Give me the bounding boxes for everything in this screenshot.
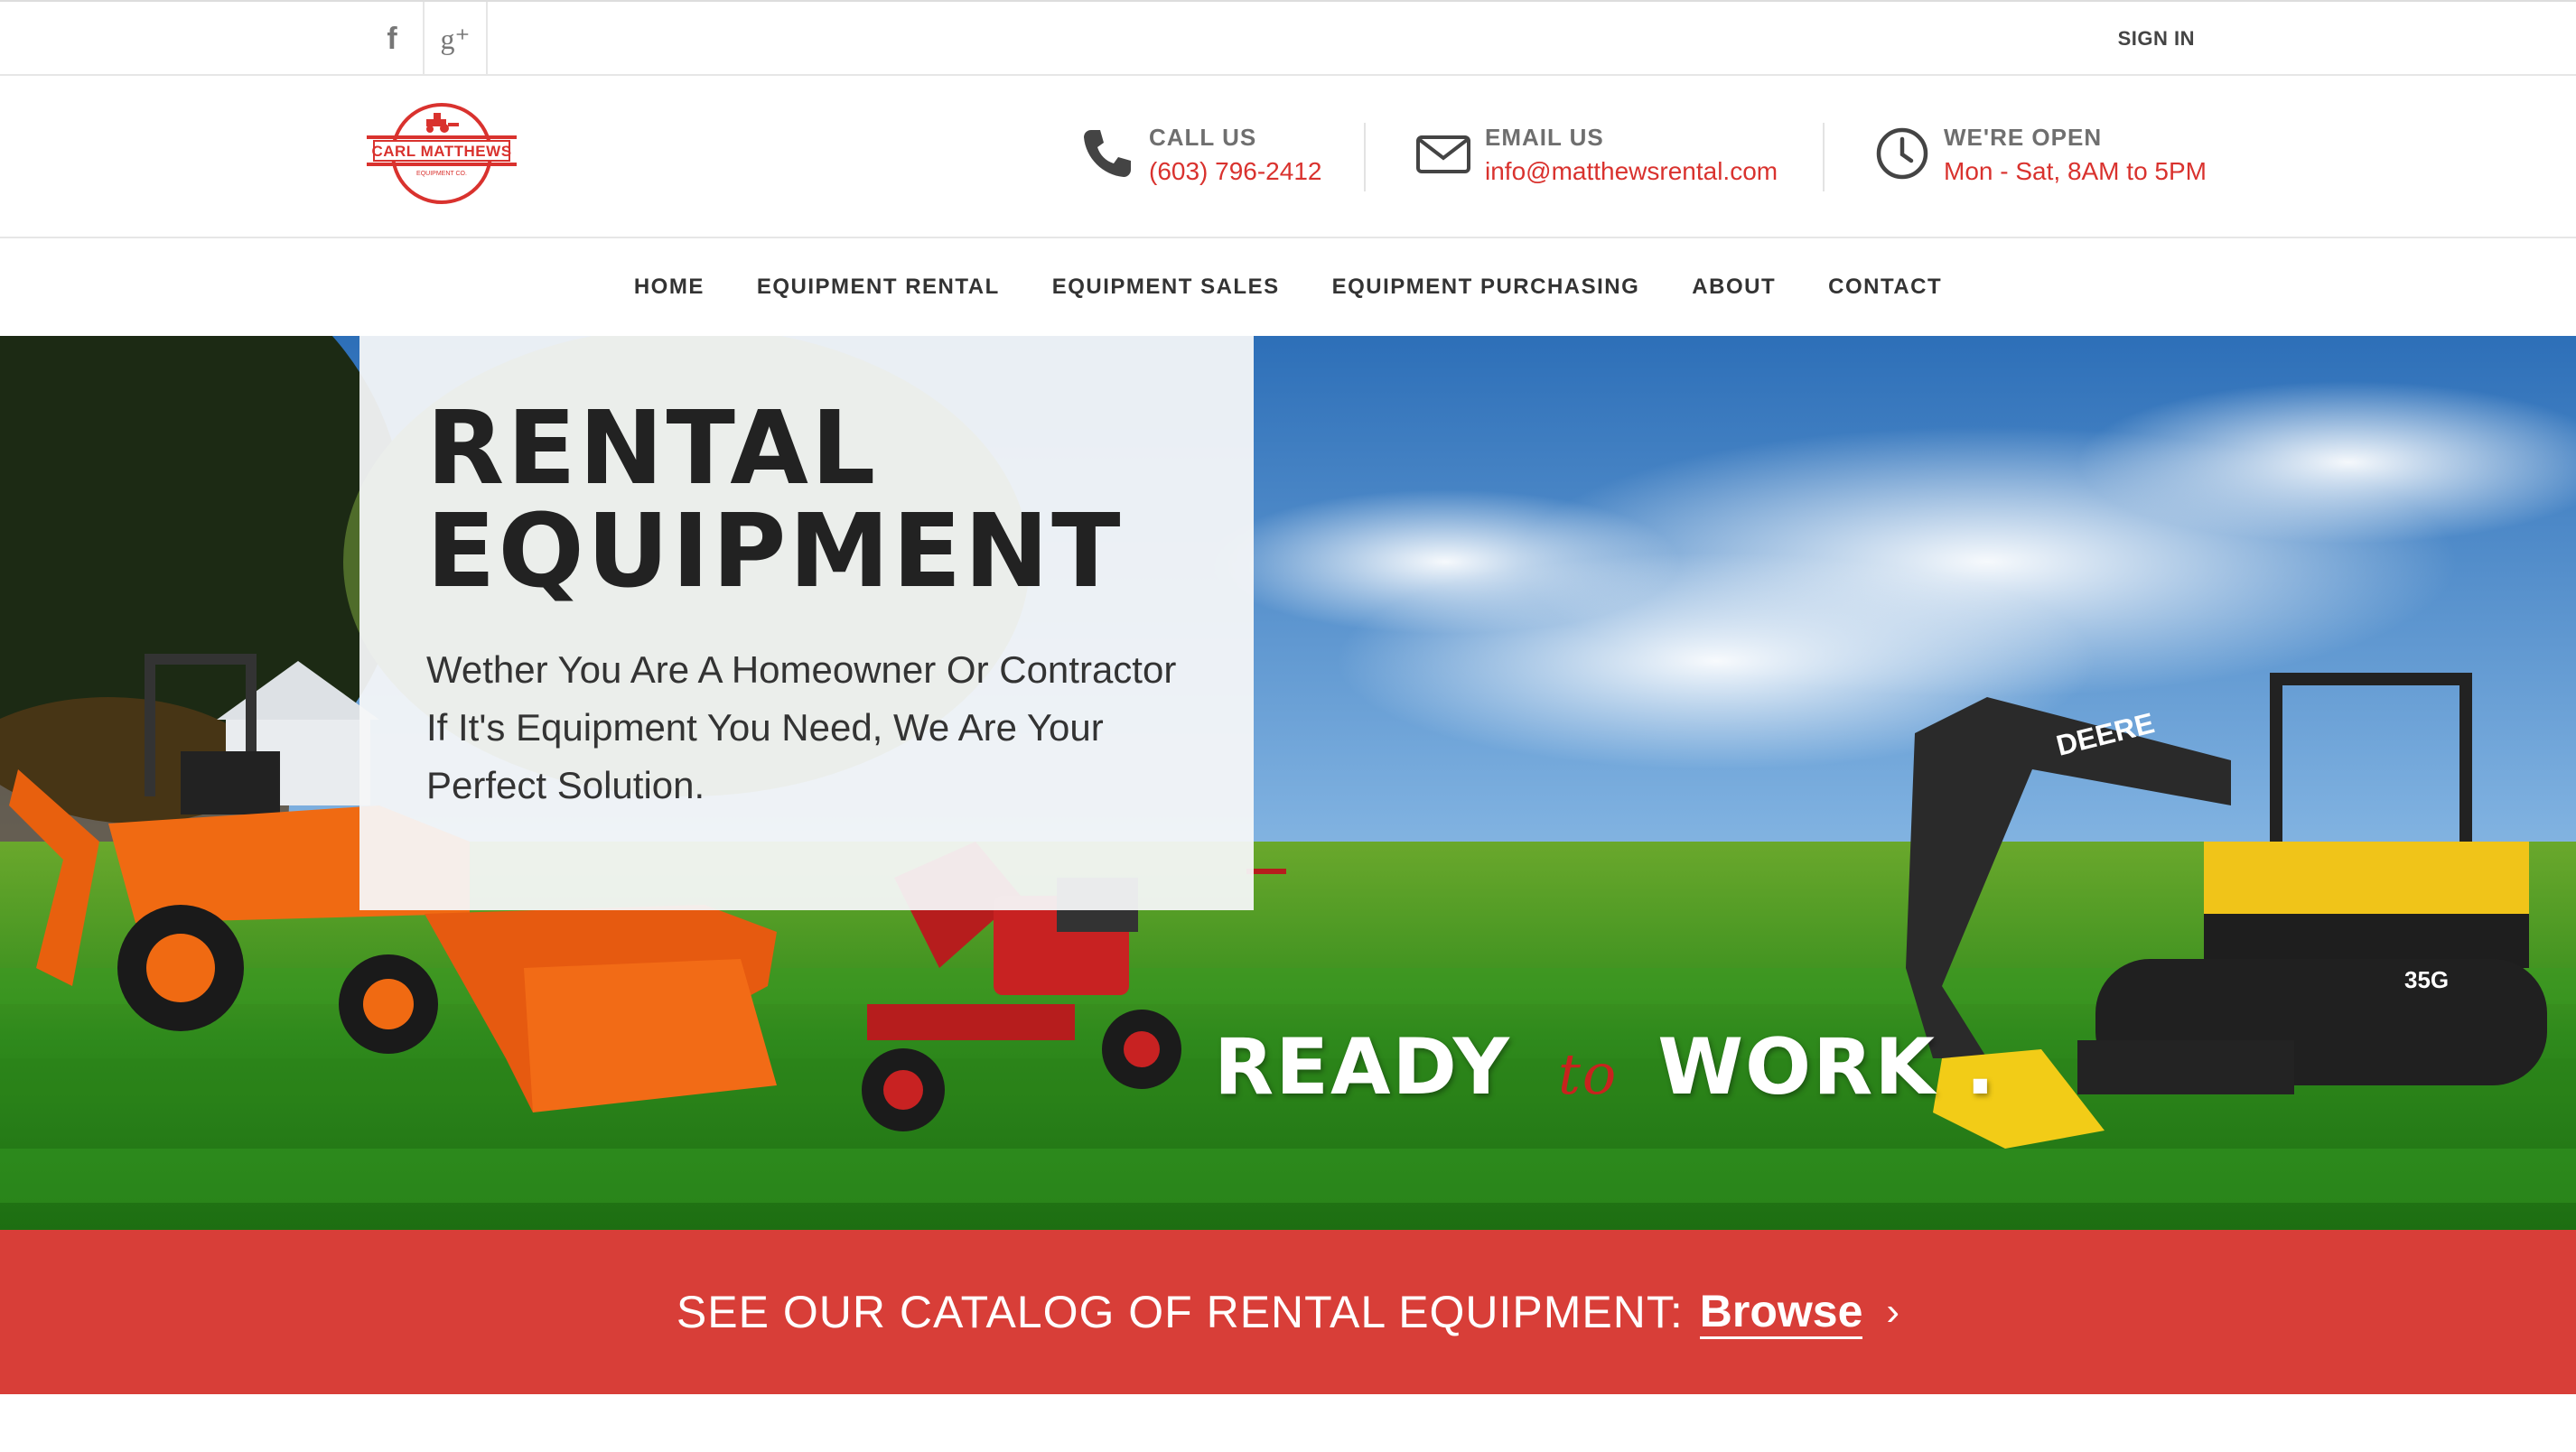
hours-block: WE'RE OPEN Mon - Sat, 8AM to 5PM <box>1873 121 2207 190</box>
social-links: f g⁺ <box>361 2 488 76</box>
hours-label: WE'RE OPEN <box>1944 124 2103 151</box>
main-nav: HOME EQUIPMENT RENTAL EQUIPMENT SALES EQ… <box>0 238 2576 336</box>
envelope-icon <box>1416 135 1470 173</box>
divider <box>1823 123 1825 191</box>
hero-banner: DEERE 35G RENTAL EQUIPMENT Wether You Ar… <box>0 336 2576 1230</box>
hero-tagline: READY to WORK . <box>1214 1022 1997 1112</box>
hero-text-card: RENTAL EQUIPMENT Wether You Are A Homeow… <box>359 336 1254 910</box>
chevron-right-icon[interactable]: › <box>1886 1289 1899 1335</box>
nav-item-equipment-purchasing[interactable]: EQUIPMENT PURCHASING <box>1332 275 1640 300</box>
browse-link[interactable]: Browse <box>1699 1286 1863 1339</box>
logo-subtext: EQUIPMENT CO. <box>416 171 467 177</box>
tagline-word-ready: READY <box>1214 1022 1511 1112</box>
nav-item-equipment-rental[interactable]: EQUIPMENT RENTAL <box>757 275 1000 300</box>
nav-item-contact[interactable]: CONTACT <box>1828 275 1942 300</box>
facebook-icon[interactable]: f <box>361 2 425 76</box>
call-us-block: CALL US (603) 796-2412 <box>1078 121 1321 190</box>
clock-icon <box>1876 127 1928 180</box>
email-us-block: EMAIL US info@matthewsrental.com <box>1414 121 1778 190</box>
nav-item-about[interactable]: ABOUT <box>1692 275 1776 300</box>
sign-in-link[interactable]: SIGN IN <box>2118 2 2195 76</box>
top-bar: f g⁺ SIGN IN <box>0 0 2576 76</box>
call-us-label: CALL US <box>1149 124 1257 151</box>
nav-item-equipment-sales[interactable]: EQUIPMENT SALES <box>1052 275 1280 300</box>
tagline-connector: to <box>1557 1041 1619 1107</box>
phone-icon <box>1084 130 1131 177</box>
catalog-cta-bar: SEE OUR CATALOG OF RENTAL EQUIPMENT: Bro… <box>0 1230 2576 1394</box>
google-plus-icon[interactable]: g⁺ <box>425 2 488 76</box>
hero-title-line1: RENTAL <box>426 390 879 507</box>
logo-text: CARL MATTHEWS <box>371 143 511 160</box>
excavator-model: 35G <box>2404 966 2449 993</box>
company-logo[interactable]: CARL MATTHEWS EQUIPMENT CO. <box>365 99 518 208</box>
email-us-label: EMAIL US <box>1485 124 1604 151</box>
hours-value: Mon - Sat, 8AM to 5PM <box>1944 157 2207 185</box>
cta-text: SEE OUR CATALOG OF RENTAL EQUIPMENT: <box>676 1287 1684 1337</box>
hero-subtitle: Wether You Are A Homeowner Or Contractor… <box>426 648 1177 806</box>
phone-number[interactable]: (603) 796-2412 <box>1149 154 1321 190</box>
divider <box>1364 123 1366 191</box>
tagline-word-work: WORK . <box>1657 1022 1997 1112</box>
site-header: CARL MATTHEWS EQUIPMENT CO. CALL US (603… <box>0 76 2576 238</box>
hero-title-line2: EQUIPMENT <box>426 493 1124 610</box>
email-address[interactable]: info@matthewsrental.com <box>1485 154 1778 190</box>
nav-item-home[interactable]: HOME <box>634 275 705 300</box>
